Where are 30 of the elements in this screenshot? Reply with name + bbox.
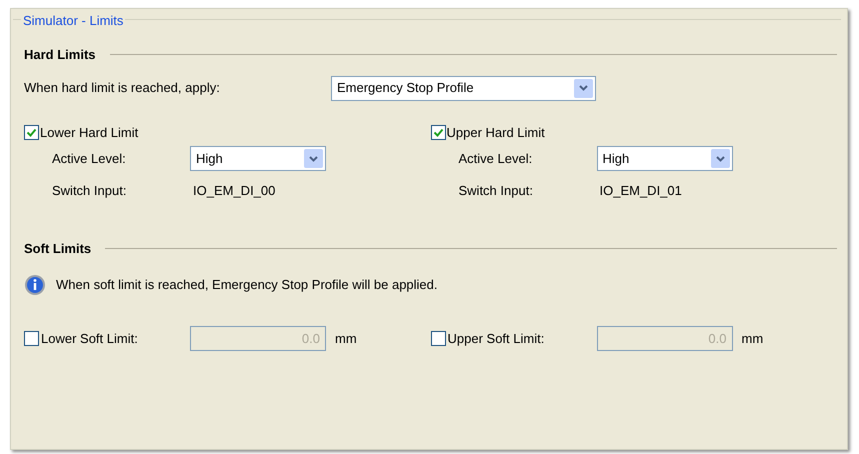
chevron-down-icon [309,156,318,162]
field-label: Active Level: [458,150,534,168]
dropdown-button[interactable] [710,149,730,168]
checkmark-icon [26,126,37,138]
field-label: Switch Input: [458,182,534,200]
checkbox[interactable] [24,124,39,140]
checkbox-label: Upper Soft Limit: [448,330,544,348]
chevron-down-icon [579,85,588,91]
dropdown[interactable]: High [190,146,326,171]
info-message: When soft limit is reached, Emergency Stop Profile will be applied. [56,276,438,294]
field-label: Switch Input: [52,182,128,200]
dropdown[interactable]: Emergency Stop Profile [331,76,596,100]
unit-label: mm [742,330,764,348]
field-value: IO_EM_DI_00 [193,182,276,200]
checkbox-label: Upper Hard Limit [446,124,545,142]
checkmark-icon [432,126,444,138]
checkbox-label: Lower Hard Limit [40,124,138,142]
section-heading: Soft Limits [24,240,92,258]
dropdown-button[interactable] [574,78,593,98]
field-value: IO_EM_DI_01 [600,182,682,200]
info-icon [24,274,46,296]
field-label: When hard limit is reached, apply: [24,79,221,98]
dropdown[interactable]: High [596,146,732,171]
dropdown-button[interactable] [304,149,323,168]
checkbox-label: Lower Soft Limit: [41,330,138,348]
field-label: Active Level: [52,150,127,168]
checkbox[interactable] [430,124,446,140]
section-heading: Hard Limits [24,46,96,64]
chevron-down-icon [716,156,724,162]
unit-label: mm [335,330,357,348]
